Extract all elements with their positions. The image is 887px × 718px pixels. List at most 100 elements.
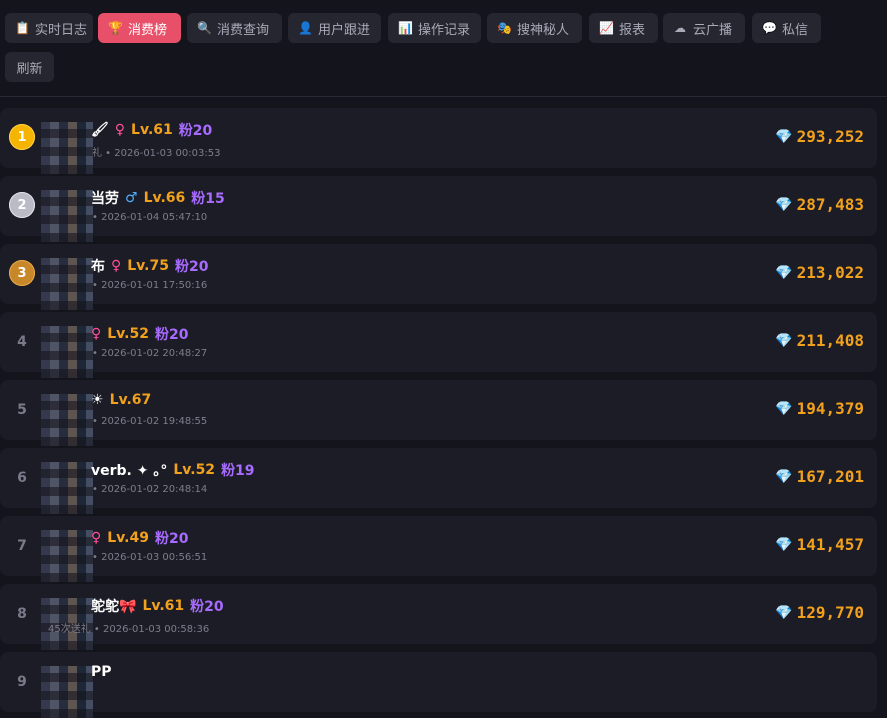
tab-3[interactable]: 👤 用户跟进 bbox=[288, 13, 381, 43]
tab-label: 云广播 bbox=[693, 22, 733, 38]
ranking-row[interactable]: 3 布 ♀ Lv.75 粉20 • 2026-01-01 17:50:16 💎 213,022 bbox=[0, 244, 877, 310]
medal-icon: 1 bbox=[9, 124, 35, 150]
avatar[interactable] bbox=[41, 122, 93, 174]
avatar[interactable] bbox=[41, 190, 93, 242]
tab-icon: 🔍 bbox=[197, 21, 212, 35]
diamond-icon: 💎 bbox=[775, 400, 793, 417]
user-name-line: ☀ Lv.67 bbox=[91, 392, 151, 408]
refresh-label: 刷新 bbox=[16, 61, 43, 77]
user-name-line: 🖌 ♀ Lv.61 粉20 bbox=[91, 120, 212, 140]
level-badge: Lv.52 bbox=[173, 462, 216, 478]
rank-number: 9 bbox=[17, 674, 27, 690]
avatar[interactable] bbox=[41, 462, 93, 514]
user-name-line: ♀ Lv.52 粉20 bbox=[91, 324, 188, 344]
tab-icon: 👤 bbox=[298, 21, 313, 35]
tab-label: 操作记录 bbox=[418, 22, 471, 38]
amount-value: 194,379 bbox=[796, 399, 864, 418]
consumption-amount: 💎 293,252 bbox=[775, 127, 864, 146]
tab-6[interactable]: 📈 报表 bbox=[589, 13, 658, 43]
consumption-amount: 💎 287,483 bbox=[775, 195, 864, 214]
rank-number: 4 bbox=[17, 334, 27, 350]
user-name: PP bbox=[91, 664, 112, 680]
amount-value: 141,457 bbox=[796, 535, 864, 554]
tab-0[interactable]: 📋 实时日志 bbox=[5, 13, 93, 43]
avatar[interactable] bbox=[41, 530, 93, 582]
tab-label: 私信 bbox=[782, 22, 809, 38]
diamond-icon: 💎 bbox=[775, 536, 793, 553]
fans-badge: 粉20 bbox=[174, 259, 209, 275]
tab-icon: 📊 bbox=[398, 21, 413, 35]
amount-value: 287,483 bbox=[796, 195, 864, 214]
tab-label: 消费榜 bbox=[128, 22, 168, 38]
user-name-line: 当劳 ♂ Lv.66 粉15 bbox=[91, 188, 225, 208]
gender-icon: ♂ bbox=[125, 190, 138, 206]
fans-badge: 粉20 bbox=[154, 327, 189, 343]
consumption-amount: 💎 141,457 bbox=[775, 535, 864, 554]
user-name-line: ♀ Lv.49 粉20 bbox=[91, 528, 188, 548]
gift-meta: 45次送礼 • 2026-01-03 00:58:36 bbox=[48, 624, 210, 635]
consumption-amount: 💎 194,379 bbox=[775, 399, 864, 418]
level-badge: Lv.67 bbox=[109, 392, 152, 408]
tab-icon: 🎭 bbox=[497, 21, 512, 35]
rank-number: 5 bbox=[17, 402, 27, 418]
tab-icon: 🏆 bbox=[108, 21, 123, 35]
gift-meta: • 2026-01-02 20:48:14 bbox=[92, 484, 208, 495]
refresh-button[interactable]: 刷新 bbox=[5, 52, 54, 82]
fans-badge: 粉15 bbox=[191, 191, 225, 207]
avatar[interactable] bbox=[41, 258, 93, 310]
consumption-amount: 💎 211,408 bbox=[775, 331, 864, 350]
user-name: 当劳 bbox=[91, 191, 119, 207]
tab-7[interactable]: ☁ 云广播 bbox=[663, 13, 745, 43]
diamond-icon: 💎 bbox=[775, 604, 793, 621]
level-badge: Lv.61 bbox=[131, 122, 173, 138]
tab-5[interactable]: 🎭 搜神秘人 bbox=[487, 13, 582, 43]
tab-2[interactable]: 🔍 消费查询 bbox=[187, 13, 282, 43]
consumption-amount: 💎 129,770 bbox=[775, 603, 864, 622]
avatar[interactable] bbox=[41, 326, 93, 378]
rank-number: 8 bbox=[17, 606, 27, 622]
ranking-row[interactable]: 7 ♀ Lv.49 粉20 • 2026-01-03 00:56:51 💎 141,457 bbox=[0, 516, 877, 582]
tab-4[interactable]: 📊 操作记录 bbox=[388, 13, 481, 43]
rank-number: 6 bbox=[17, 470, 27, 486]
tab-1[interactable]: 🏆 消费榜 bbox=[98, 13, 181, 43]
gender-icon: ♀ bbox=[111, 258, 122, 274]
amount-value: 211,408 bbox=[796, 331, 864, 350]
gender-icon: ♀ bbox=[91, 530, 102, 546]
level-badge: Lv.75 bbox=[127, 258, 169, 274]
ranking-row[interactable]: 5 ☀ Lv.67 • 2026-01-02 19:48:55 💎 194,379 bbox=[0, 380, 877, 446]
avatar[interactable] bbox=[41, 394, 93, 446]
amount-value: 213,022 bbox=[796, 263, 864, 282]
tab-bar: 刷新 📋 实时日志 🏆 消费榜 🔍 消费查询 👤 用户跟进 📊 操作记录 🎭 搜神秘人 📈 报表 ☁ 云广播 💬… bbox=[0, 0, 887, 97]
user-name: verb. ✦ ｡° bbox=[91, 463, 168, 479]
ranking-row[interactable]: 9 PP bbox=[0, 652, 877, 718]
tab-label: 报表 bbox=[619, 22, 646, 38]
gender-icon: ♀ bbox=[114, 122, 126, 138]
ranking-row[interactable]: 2 当劳 ♂ Lv.66 粉15 • 2026-01-04 05:47:10 💎 287,48… bbox=[0, 176, 877, 242]
fans-badge: 粉20 bbox=[190, 599, 224, 615]
tab-label: 消费查询 bbox=[217, 22, 270, 38]
user-name: 🖌 bbox=[91, 122, 109, 138]
diamond-icon: 💎 bbox=[775, 196, 793, 213]
tab-8[interactable]: 💬 私信 bbox=[752, 13, 821, 43]
amount-value: 167,201 bbox=[796, 467, 864, 486]
gift-meta: 礼 • 2026-01-03 00:03:53 bbox=[92, 148, 221, 159]
user-name: 布 bbox=[91, 259, 105, 275]
level-badge: Lv.52 bbox=[107, 326, 149, 342]
fans-badge: 粉19 bbox=[221, 463, 255, 479]
ranking-row[interactable]: 8 鸵鸵🎀 Lv.61 粉20 45次送礼 • 2026-01-03 00:58:36 💎… bbox=[0, 584, 877, 650]
amount-value: 293,252 bbox=[796, 127, 864, 146]
diamond-icon: 💎 bbox=[775, 264, 793, 281]
ranking-row[interactable]: 1 🖌 ♀ Lv.61 粉20 礼 • 2026-01-03 00:03:53 💎 293,2… bbox=[0, 108, 877, 174]
avatar[interactable] bbox=[41, 666, 93, 718]
level-badge: Lv.66 bbox=[143, 190, 186, 206]
gender-icon: ♀ bbox=[91, 326, 102, 342]
amount-value: 129,770 bbox=[796, 603, 864, 622]
gift-meta: • 2026-01-01 17:50:16 bbox=[92, 280, 208, 291]
gift-meta: • 2026-01-02 20:48:27 bbox=[92, 348, 208, 359]
tab-label: 搜神秘人 bbox=[517, 22, 570, 38]
fans-badge: 粉20 bbox=[178, 123, 213, 139]
ranking-row[interactable]: 4 ♀ Lv.52 粉20 • 2026-01-02 20:48:27 💎 211,408 bbox=[0, 312, 877, 378]
medal-icon: 2 bbox=[9, 192, 35, 218]
ranking-row[interactable]: 6 verb. ✦ ｡° Lv.52 粉19 • 2026-01-02 20:48:14… bbox=[0, 448, 877, 514]
user-name-line: 鸵鸵🎀 Lv.61 粉20 bbox=[91, 596, 224, 616]
